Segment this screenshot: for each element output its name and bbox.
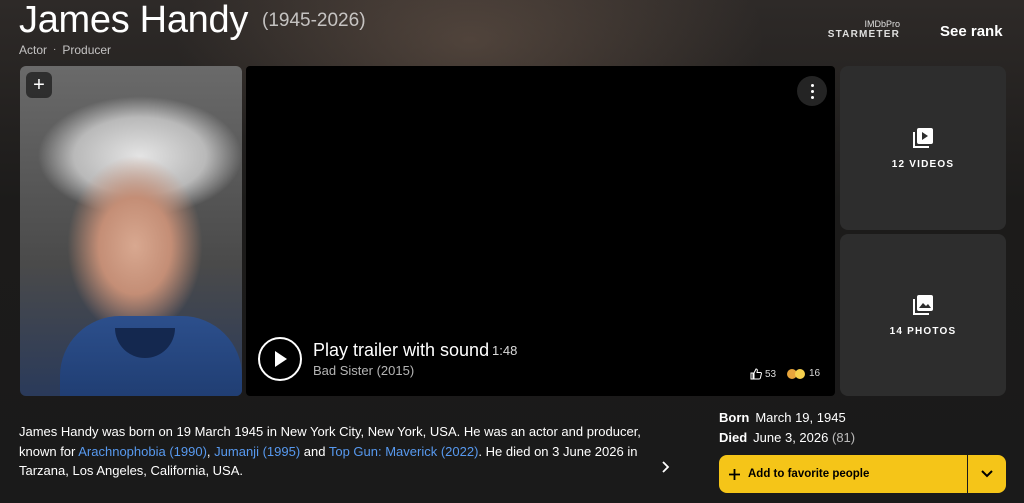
play-trailer-button[interactable]: [258, 337, 302, 381]
likes-count[interactable]: 53: [750, 368, 776, 380]
more-options-button[interactable]: [797, 76, 827, 106]
plus-icon: +: [33, 74, 45, 96]
life-facts: Born March 19, 1945 Died June 3, 2026 (81): [719, 408, 855, 448]
biography-text: James Handy was born on 19 March 1945 in…: [19, 422, 664, 481]
roles-list: Actor · Producer: [19, 43, 111, 57]
photos-label: 14 PHOTOS: [889, 325, 957, 337]
more-vert-icon: [810, 82, 814, 100]
play-icon: [275, 351, 287, 367]
photos-tile[interactable]: 14 PHOTOS: [840, 234, 1006, 396]
died-age: (81): [831, 430, 856, 445]
starmeter-badge[interactable]: IMDbPro STARMETER: [828, 19, 900, 40]
born-label: Born: [719, 410, 750, 425]
known-for-jumanji-link[interactable]: Jumanji (1995): [214, 444, 300, 459]
trailer-subtitle[interactable]: Bad Sister (2015): [313, 363, 414, 379]
profile-photo[interactable]: [20, 66, 242, 396]
born-row: Born March 19, 1945: [719, 408, 855, 428]
trailer-duration: 1:48: [492, 343, 518, 358]
videos-label: 12 VIDEOS: [891, 158, 955, 170]
life-years: (1945-2026): [262, 10, 366, 31]
chevron-down-icon: [981, 470, 993, 478]
likes-value: 53: [765, 368, 777, 380]
photo-library-icon: [913, 294, 933, 315]
sparkle-emoji-icon: [795, 368, 805, 379]
role-producer[interactable]: Producer: [62, 43, 111, 57]
known-for-top-gun-maverick-link[interactable]: Top Gun: Maverick (2022): [329, 444, 479, 459]
died-row: Died June 3, 2026 (81): [719, 428, 855, 448]
page-title: James Handy: [19, 0, 249, 41]
starmeter-label: STARMETER: [827, 29, 900, 40]
roles-separator: ·: [53, 44, 57, 55]
known-for-arachnophobia-link[interactable]: Arachnophobia (1990): [78, 444, 207, 459]
favorite-options-dropdown[interactable]: [968, 455, 1006, 493]
reactions-value: 16: [809, 368, 821, 379]
bio-sep-2: and: [300, 443, 329, 459]
favorite-label: Add to favorite people: [748, 468, 870, 480]
plus-icon: [729, 468, 740, 480]
trailer-title[interactable]: Play trailer with sound: [313, 339, 489, 361]
add-to-list-button[interactable]: +: [26, 72, 52, 98]
born-date-link[interactable]: March 19, 1945: [755, 410, 845, 425]
add-to-favorite-people-button[interactable]: Add to favorite people: [719, 455, 967, 493]
role-actor[interactable]: Actor: [19, 43, 47, 57]
died-label: Died: [719, 430, 748, 445]
reactions-count[interactable]: 16: [787, 368, 820, 379]
reaction-icons: [787, 368, 805, 379]
chevron-right-icon: [662, 461, 670, 473]
thumb-up-icon: [750, 368, 762, 380]
see-rank-link[interactable]: See rank: [940, 23, 1003, 40]
bio-expand-button[interactable]: [660, 460, 670, 478]
died-date-link[interactable]: June 3, 2026: [753, 430, 828, 445]
imdbpro-label: IMDbPro: [864, 19, 900, 29]
videos-tile[interactable]: 12 VIDEOS: [840, 66, 1006, 230]
video-library-icon: [913, 127, 933, 148]
